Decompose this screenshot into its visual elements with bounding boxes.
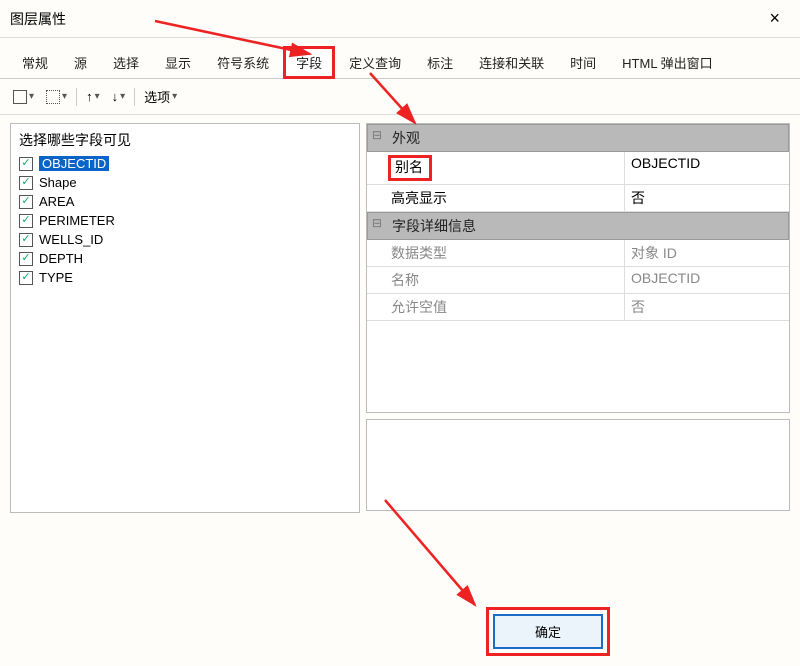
checkbox-icon[interactable]: ✓ [19,214,33,228]
field-label: AREA [39,194,74,209]
toolbar-options[interactable]: 选项▾ [141,85,180,108]
titlebar: 图层属性 × [0,0,800,38]
collapse-icon[interactable]: ⊟ [368,213,386,239]
fields-list-panel: 选择哪些字段可见 ✓ OBJECTID ✓ Shape ✓ AREA ✓ PER… [10,123,360,513]
prop-label: 数据类型 [385,240,624,266]
prop-label: 高亮显示 [385,185,624,211]
prop-name: 名称 OBJECTID [367,267,789,294]
prop-label: 别名 [385,152,624,184]
field-label: PERIMETER [39,213,115,228]
separator [76,88,77,106]
tab-joins[interactable]: 连接和关联 [467,47,556,78]
chevron-down-icon: ▾ [29,91,34,102]
description-panel [366,419,790,511]
table-icon [46,90,60,104]
checkbox-icon[interactable]: ✓ [19,252,33,266]
tab-defquery[interactable]: 定义查询 [337,47,413,78]
field-item-type[interactable]: ✓ TYPE [19,268,351,287]
group-details[interactable]: ⊟ 字段详细信息 [367,212,789,240]
toolbar-layout2[interactable]: ▾ [43,88,70,106]
prop-value[interactable]: 否 [624,185,789,211]
tab-htmlpopup[interactable]: HTML 弹出窗口 [610,47,725,78]
tab-time[interactable]: 时间 [558,47,608,78]
properties-panel: ⊟ 外观 别名 OBJECTID 高亮显示 否 ⊟ 字段详细信息 数据类型 对象… [366,123,790,413]
toolbar: ▾ ▾ ↑▾ ↓▾ 选项▾ [0,79,800,115]
close-icon[interactable]: × [759,6,790,31]
ok-button[interactable]: 确定 [493,614,603,649]
window-title: 图层属性 [10,9,66,29]
arrow-up-icon: ↑ [86,89,93,104]
chevron-down-icon: ▾ [172,91,177,102]
tab-symbology[interactable]: 符号系统 [205,47,281,78]
prop-nullable: 允许空值 否 [367,294,789,321]
tab-source[interactable]: 源 [62,47,99,78]
tab-labels[interactable]: 标注 [415,47,465,78]
checkbox-icon[interactable]: ✓ [19,157,33,171]
alias-highlight: 别名 [388,155,432,181]
chevron-down-icon: ▾ [120,91,125,102]
field-label: DEPTH [39,251,83,266]
field-item-perimeter[interactable]: ✓ PERIMETER [19,211,351,230]
prop-highlight[interactable]: 高亮显示 否 [367,185,789,212]
prop-alias[interactable]: 别名 OBJECTID [367,152,789,185]
fields-list-title: 选择哪些字段可见 [19,130,351,150]
checkbox-icon[interactable]: ✓ [19,233,33,247]
checkbox-icon[interactable]: ✓ [19,271,33,285]
options-label: 选项 [144,87,170,106]
field-label: OBJECTID [39,156,109,171]
prop-dtype: 数据类型 对象 ID [367,240,789,267]
prop-value: 对象 ID [624,240,789,266]
arrow-down-icon: ↓ [112,89,119,104]
body: 选择哪些字段可见 ✓ OBJECTID ✓ Shape ✓ AREA ✓ PER… [0,115,800,513]
toolbar-movedown[interactable]: ↓▾ [109,87,129,106]
field-label: WELLS_ID [39,232,103,247]
chevron-down-icon: ▾ [62,91,67,102]
prop-value: 否 [624,294,789,320]
field-label: TYPE [39,270,73,285]
field-item-area[interactable]: ✓ AREA [19,192,351,211]
field-item-shape[interactable]: ✓ Shape [19,173,351,192]
tab-selection[interactable]: 选择 [101,47,151,78]
footer: 确定 [486,607,610,656]
right-stack: ⊟ 外观 别名 OBJECTID 高亮显示 否 ⊟ 字段详细信息 数据类型 对象… [366,123,790,513]
checkbox-icon[interactable]: ✓ [19,195,33,209]
toolbar-moveup[interactable]: ↑▾ [83,87,103,106]
field-item-wellsid[interactable]: ✓ WELLS_ID [19,230,351,249]
prop-label: 名称 [385,267,624,293]
group-label: 外观 [386,125,788,151]
group-label: 字段详细信息 [386,213,788,239]
layout-icon [13,90,27,104]
prop-value[interactable]: OBJECTID [624,152,789,184]
tabs: 常规 源 选择 显示 符号系统 字段 定义查询 标注 连接和关联 时间 HTML… [0,38,800,79]
tab-display[interactable]: 显示 [153,47,203,78]
field-label: Shape [39,175,77,190]
prop-label: 允许空值 [385,294,624,320]
tab-fields[interactable]: 字段 [283,46,335,79]
group-appearance[interactable]: ⊟ 外观 [367,124,789,152]
separator [134,88,135,106]
toolbar-layout1[interactable]: ▾ [10,88,37,106]
field-item-depth[interactable]: ✓ DEPTH [19,249,351,268]
collapse-icon[interactable]: ⊟ [368,125,386,151]
chevron-down-icon: ▾ [95,91,100,102]
tab-general[interactable]: 常规 [10,47,60,78]
checkbox-icon[interactable]: ✓ [19,176,33,190]
prop-value: OBJECTID [624,267,789,293]
ok-highlight: 确定 [486,607,610,656]
field-item-objectid[interactable]: ✓ OBJECTID [19,154,351,173]
